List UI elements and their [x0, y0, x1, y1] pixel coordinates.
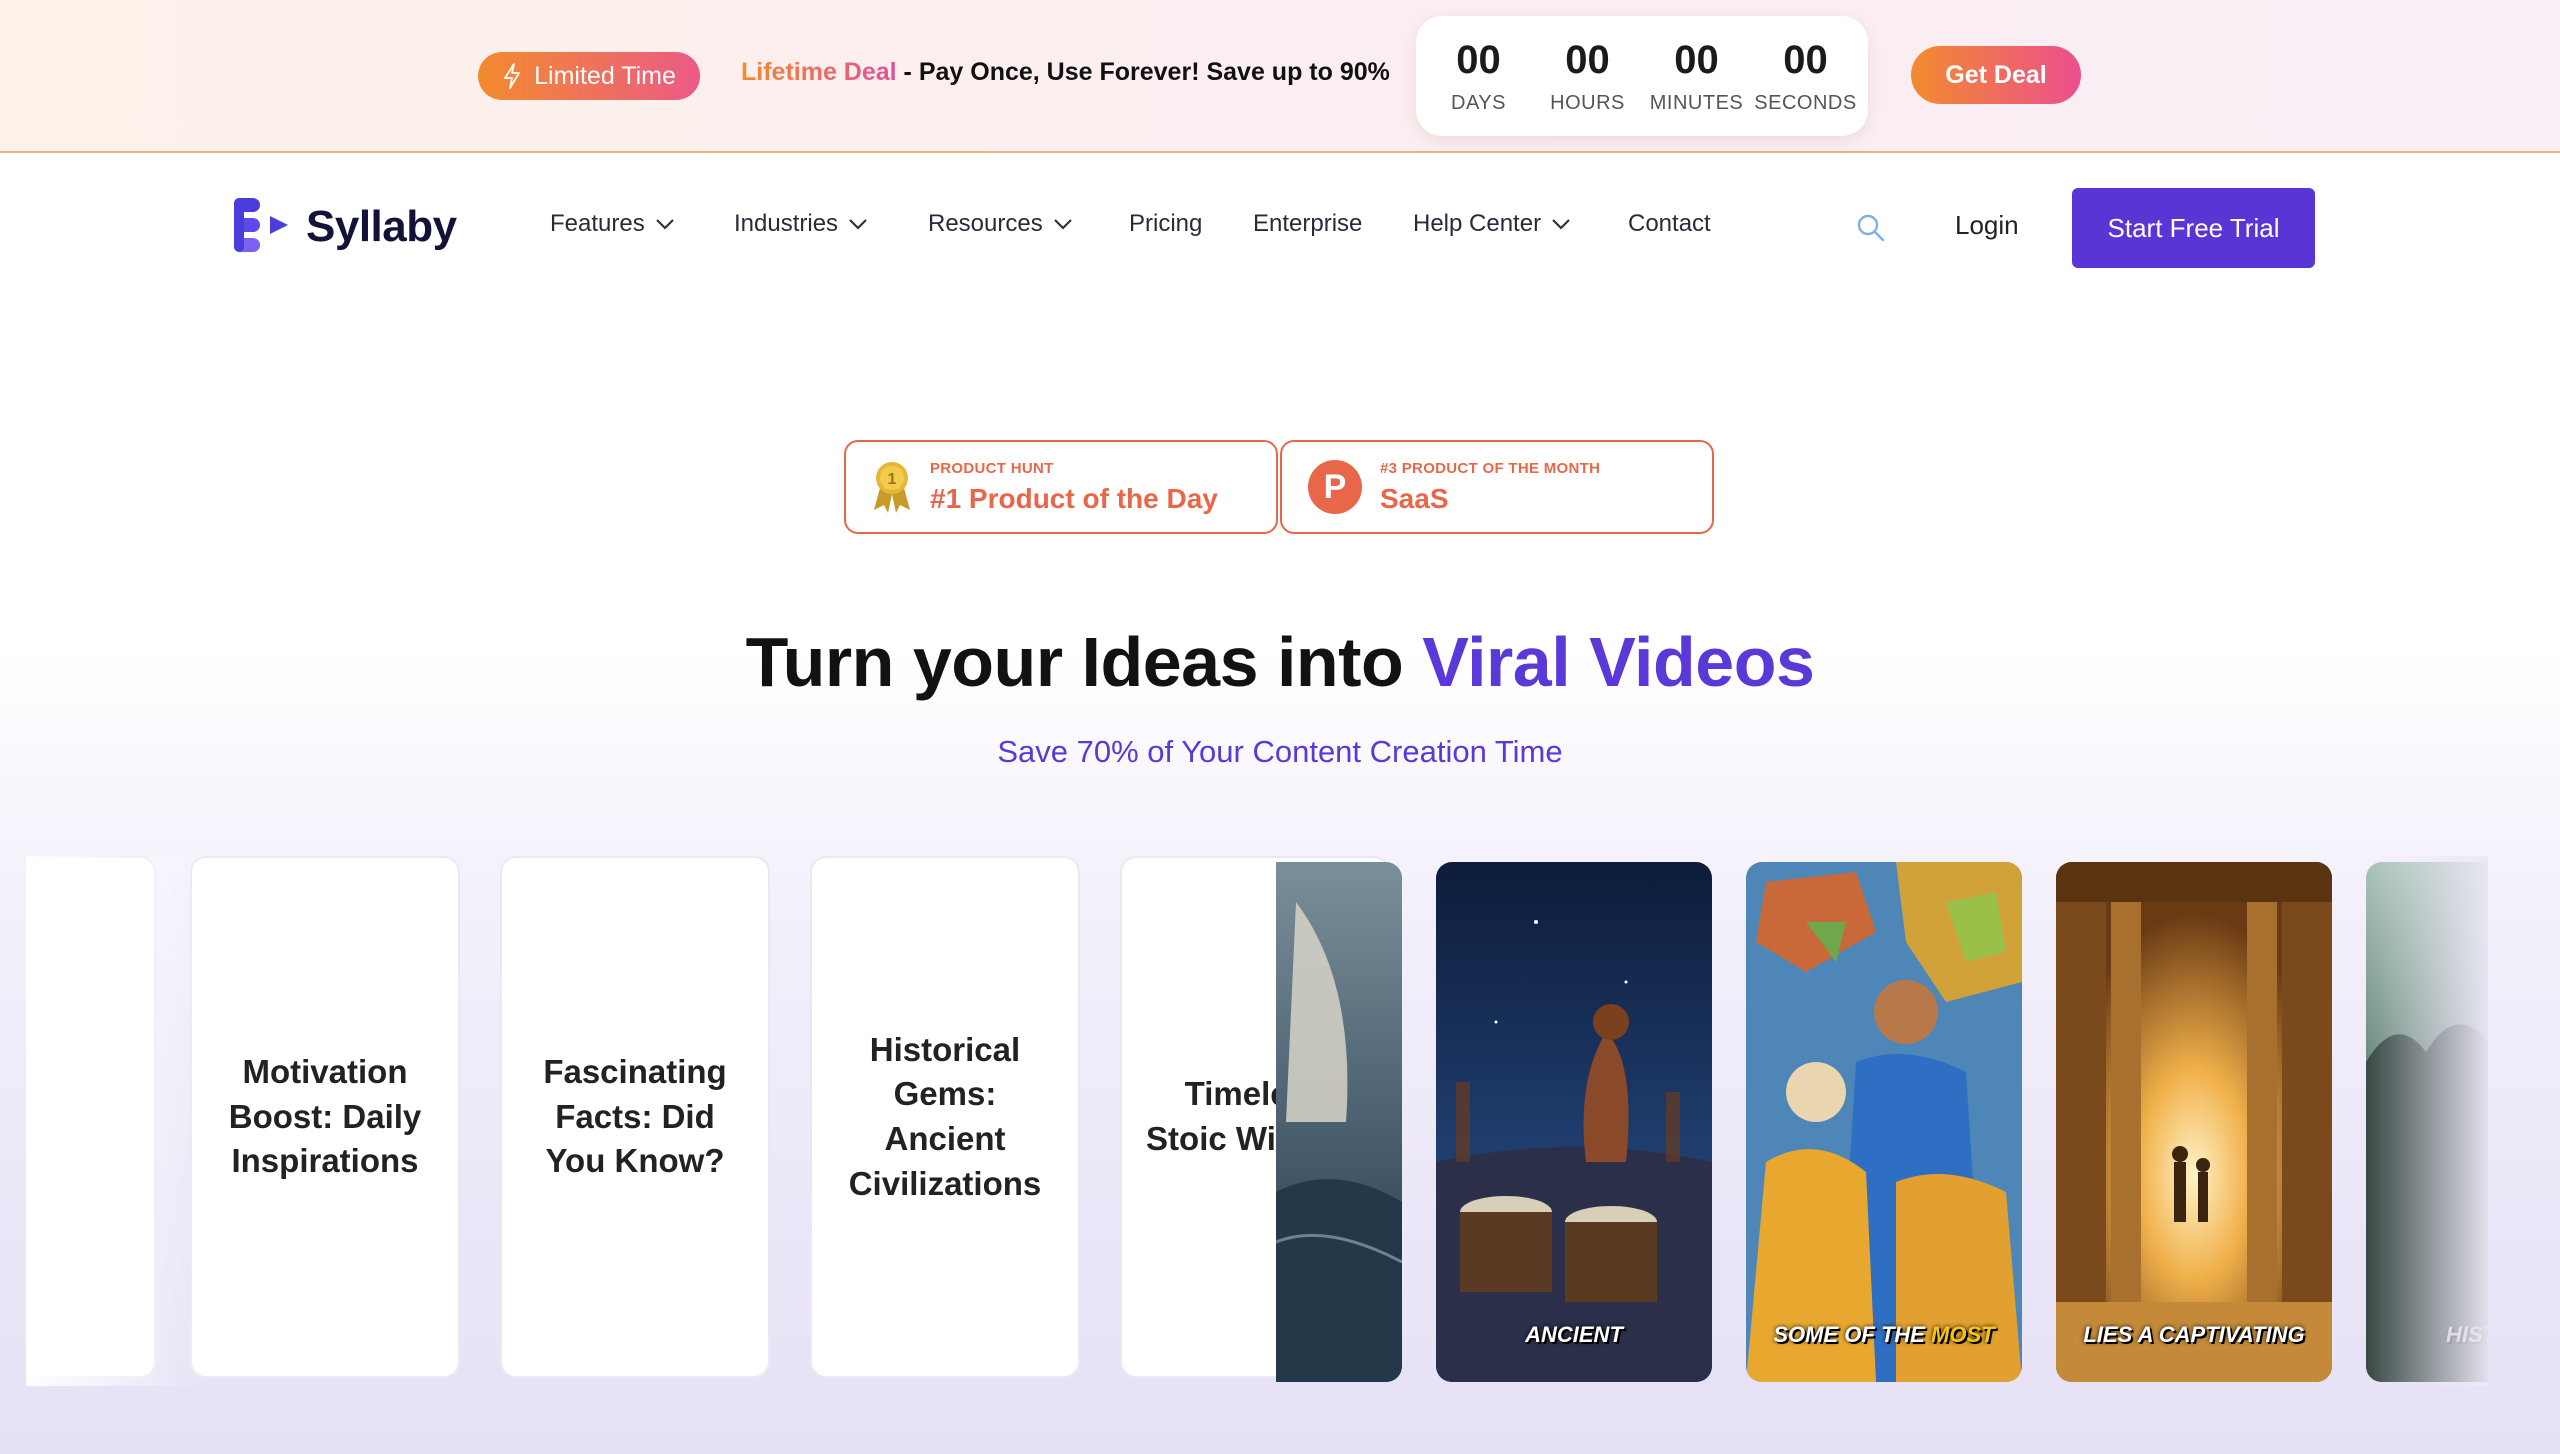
- medal-icon: 1: [874, 462, 910, 513]
- countdown-minutes: 00 MINUTES: [1645, 38, 1749, 115]
- badge-text: #3 PRODUCT OF THE MONTH SaaS: [1380, 460, 1600, 515]
- hero-title: Turn your Ideas into Viral Videos: [0, 622, 2560, 702]
- video-card-world[interactable]: SOME OF THE MOST: [1746, 862, 2022, 1382]
- video-card-history[interactable]: HISTO: [2366, 862, 2488, 1382]
- countdown-days: 00 DAYS: [1427, 38, 1531, 115]
- promo-deal-text: - Pay Once, Use Forever! Save up to 90%: [896, 58, 1390, 86]
- caption-part: OF THE: [1844, 1322, 1932, 1347]
- video-thumbnail: [2366, 862, 2488, 1382]
- medal-number: 1: [888, 471, 897, 488]
- product-hunt-icon: P: [1308, 460, 1362, 514]
- video-thumbnail: [1436, 862, 1712, 1382]
- nav-pricing[interactable]: Pricing: [1129, 210, 1202, 238]
- countdown-label: SECONDS: [1754, 91, 1857, 114]
- nav-help-center[interactable]: Help Center: [1413, 210, 1571, 238]
- nav-contact[interactable]: Contact: [1628, 210, 1711, 238]
- video-caption: ANCIENT: [1525, 1322, 1623, 1347]
- countdown-timer: 00 DAYS 00 HOURS 00 MINUTES 00 SECONDS: [1416, 16, 1868, 136]
- video-thumbnail: [1746, 862, 2022, 1382]
- product-hunt-month-badge[interactable]: P #3 PRODUCT OF THE MONTH SaaS: [1280, 440, 1714, 534]
- hero-title-prefix: Turn your Ideas into: [745, 623, 1423, 701]
- caption-highlight: MOST: [1931, 1322, 1995, 1347]
- chevron-down-icon: [1053, 219, 1072, 230]
- countdown-label: MINUTES: [1649, 91, 1744, 114]
- nav-features[interactable]: Features: [550, 210, 675, 238]
- chevron-down-icon: [849, 219, 867, 230]
- video-card-ancient[interactable]: ANCIENT: [1436, 862, 1712, 1382]
- get-deal-button[interactable]: Get Deal: [1911, 46, 2081, 104]
- badge-kicker: PRODUCT HUNT: [930, 459, 1054, 477]
- countdown-label: HOURS: [1550, 91, 1625, 114]
- topic-card[interactable]: Historical Gems: Ancient Civilizations: [810, 856, 1080, 1378]
- topic-card-title: Motivation Boost: Daily Inspirations: [228, 1053, 422, 1180]
- nav-label: Industries: [734, 210, 839, 237]
- countdown-label: DAYS: [1451, 91, 1506, 114]
- nav-resources[interactable]: Resources: [928, 210, 1073, 238]
- countdown-value: 00: [1565, 37, 1610, 82]
- login-link[interactable]: Login: [1955, 210, 2019, 241]
- nav-label: Enterprise: [1253, 210, 1363, 237]
- countdown-value: 00: [1456, 37, 1501, 82]
- topic-card-partial[interactable]: [26, 856, 156, 1378]
- countdown-value: 00: [1674, 37, 1719, 82]
- video-carousel: Motivation Boost: Daily Inspirations Fas…: [26, 856, 2488, 1386]
- start-free-trial-button[interactable]: Start Free Trial: [2072, 188, 2315, 268]
- topic-card[interactable]: Fascinating Facts: Did You Know?: [500, 856, 770, 1378]
- search-icon[interactable]: [1856, 213, 1886, 243]
- nav-label: Contact: [1628, 210, 1711, 237]
- topic-card-title: Historical Gems: Ancient Civilizations: [848, 1030, 1042, 1202]
- nav-label: Help Center: [1413, 210, 1542, 237]
- caption-part: SOME: [1773, 1322, 1845, 1347]
- countdown-hours: 00 HOURS: [1536, 38, 1640, 115]
- badge-title: #1 Product of the Day: [930, 482, 1218, 514]
- lifetime-deal-label: Lifetime Deal: [741, 58, 897, 86]
- badge-text: PRODUCT HUNT #1 Product of the Day: [930, 460, 1218, 515]
- video-thumbnail: [2056, 862, 2332, 1382]
- product-hunt-day-badge[interactable]: 1 PRODUCT HUNT #1 Product of the Day: [844, 440, 1278, 534]
- countdown-value: 00: [1783, 37, 1828, 82]
- promo-bar: Limited Time Lifetime Deal - Pay Once, U…: [0, 0, 2560, 153]
- promo-text: Lifetime Deal - Pay Once, Use Forever! S…: [741, 58, 1390, 87]
- limited-time-label: Limited Time: [534, 61, 676, 90]
- video-caption: SOME OF THE MOST: [1746, 1322, 2022, 1348]
- nav-industries[interactable]: Industries: [734, 210, 868, 238]
- countdown-seconds: 00 SECONDS: [1754, 38, 1858, 115]
- chevron-down-icon: [1552, 219, 1570, 230]
- chevron-down-icon: [655, 219, 674, 230]
- lightning-icon: [504, 63, 521, 89]
- nav-label: Features: [550, 210, 645, 237]
- hero-subtitle: Save 70% of Your Content Creation Time: [997, 734, 1563, 769]
- nav-enterprise[interactable]: Enterprise: [1253, 210, 1362, 238]
- hero-title-accent: Viral Videos: [1422, 623, 1815, 701]
- brand-logo[interactable]: Syllaby: [234, 196, 457, 258]
- badge-title: SaaS: [1380, 482, 1449, 514]
- nav-label: Pricing: [1129, 210, 1203, 237]
- video-card-temple[interactable]: LIES A CAPTIVATING: [2056, 862, 2332, 1382]
- video-card-sailing[interactable]: [1276, 862, 1402, 1382]
- topic-card-title: Fascinating Facts: Did You Know?: [543, 1053, 727, 1180]
- brand-name: Syllaby: [306, 202, 457, 251]
- topic-card[interactable]: Motivation Boost: Daily Inspirations: [190, 856, 460, 1378]
- syllaby-logo-icon: [234, 198, 288, 252]
- badge-kicker: #3 PRODUCT OF THE MONTH: [1380, 459, 1601, 477]
- video-caption: LIES A CAPTIVATING: [2083, 1322, 2305, 1347]
- limited-time-pill: Limited Time: [478, 52, 700, 100]
- nav-label: Resources: [928, 210, 1043, 237]
- video-thumbnail: [1276, 862, 1402, 1382]
- video-caption: HISTO: [2446, 1322, 2488, 1347]
